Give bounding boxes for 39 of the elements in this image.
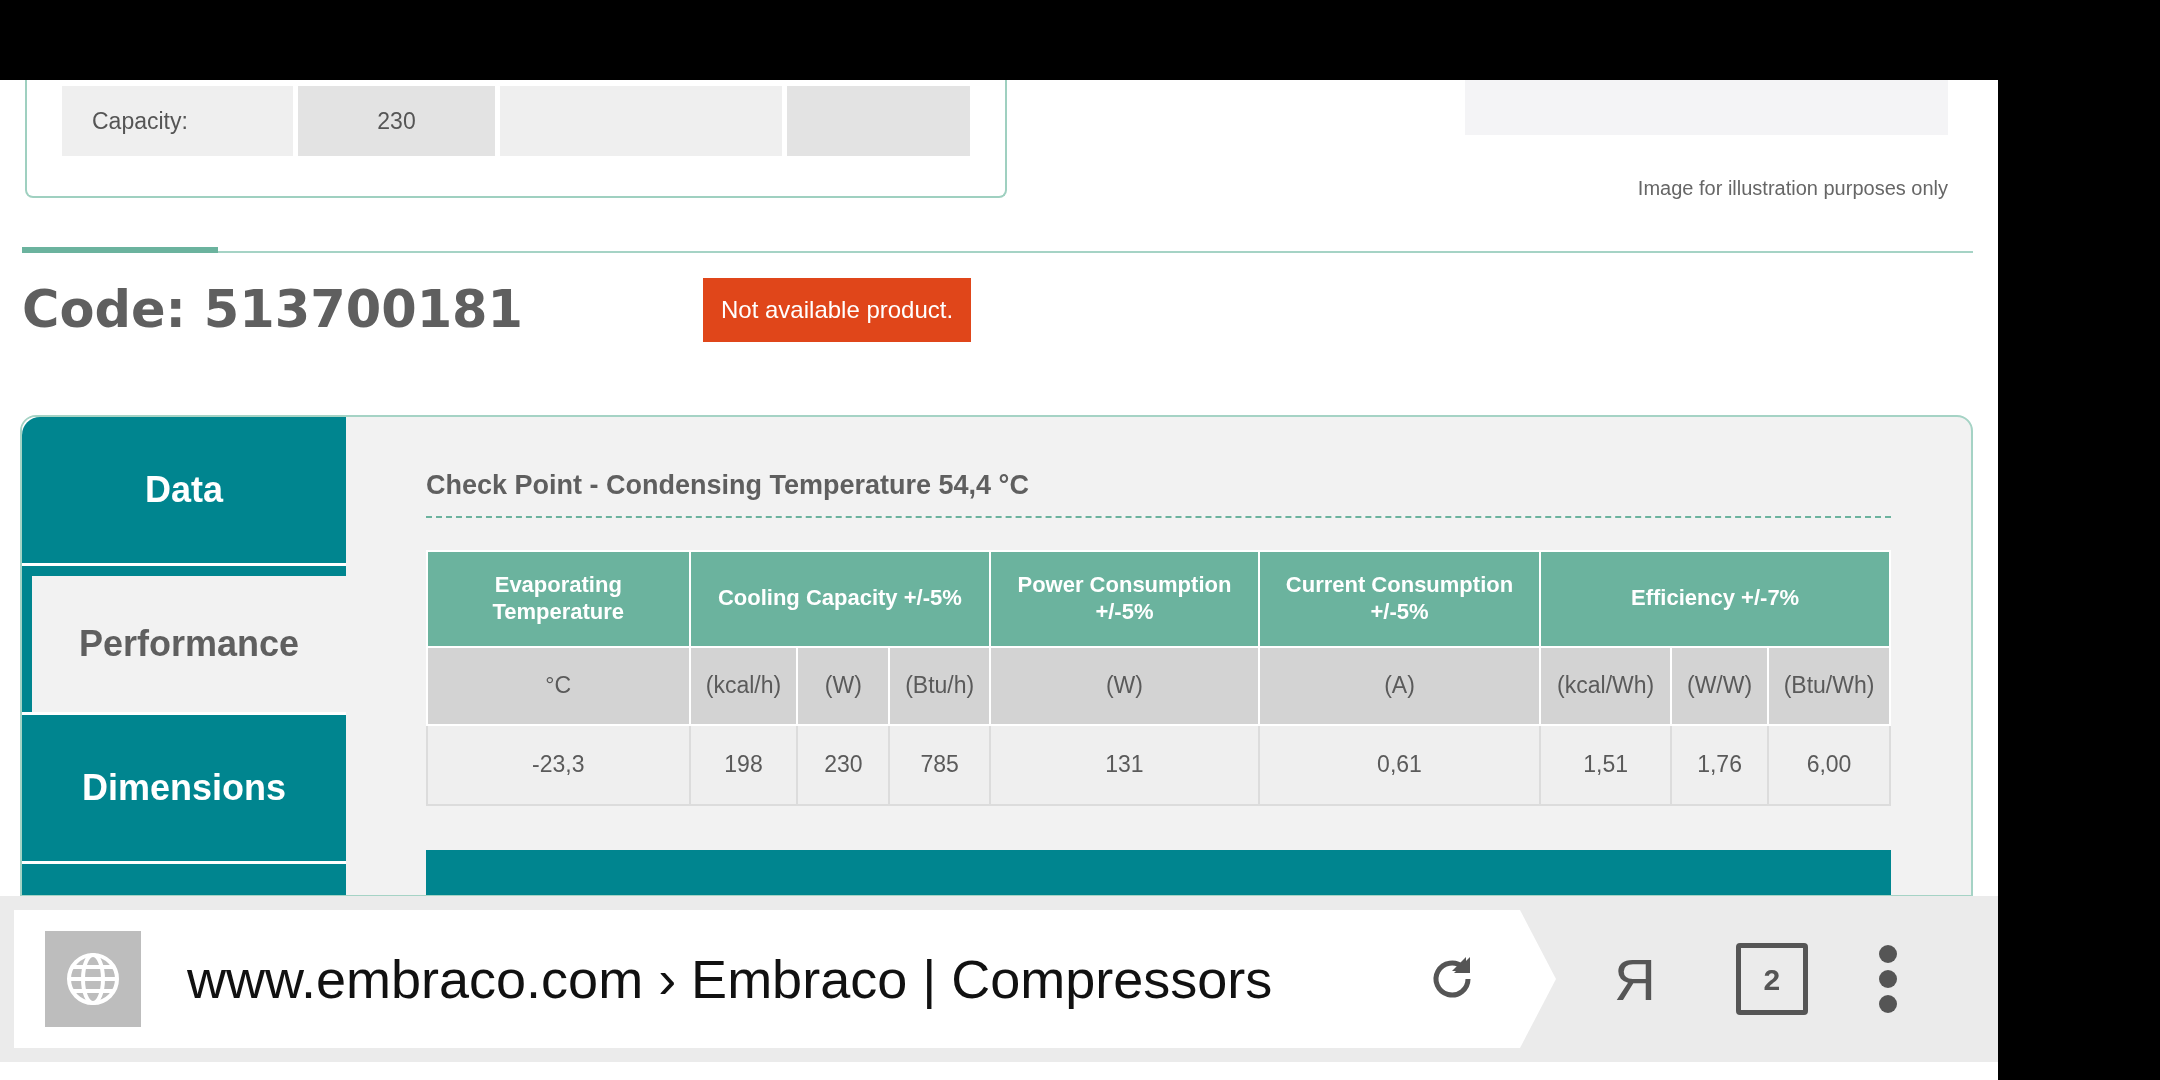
unit-cell: (W/W) bbox=[1671, 646, 1768, 725]
table-cell: 6,00 bbox=[1768, 724, 1890, 805]
url-text: www.embraco.com › Embraco | Compressors bbox=[187, 947, 1273, 1011]
availability-badge: Not available product. bbox=[703, 278, 972, 342]
table-cell: 198 bbox=[689, 724, 798, 805]
column-header: Current Consumption +/-5% bbox=[1258, 550, 1541, 647]
unit-cell: °C bbox=[427, 646, 690, 725]
tables-bar[interactable] bbox=[426, 849, 1891, 895]
column-header: Evaporating Temperature bbox=[427, 550, 690, 647]
tab-count-button[interactable]: 2 bbox=[1735, 943, 1808, 1015]
side-tab[interactable]: Performance bbox=[22, 566, 346, 712]
table-cell: 0,61 bbox=[1258, 724, 1541, 805]
unit-cell: (Btu/h) bbox=[889, 646, 991, 725]
unit-cell: (Btu/Wh) bbox=[1768, 646, 1890, 725]
table-cell: 785 bbox=[889, 724, 991, 805]
globe-icon bbox=[45, 931, 141, 1027]
table-cell: 1,51 bbox=[1540, 724, 1672, 805]
table-cell: -23,3 bbox=[427, 724, 690, 805]
section-title: Check Point - Condensing Temperature 54,4 °C bbox=[426, 465, 1891, 518]
more-menu-icon[interactable] bbox=[1877, 944, 1898, 1014]
side-tab[interactable]: Dimensions bbox=[22, 715, 346, 861]
column-header: Power Consumption +/-5% bbox=[990, 550, 1259, 647]
spec-label: Capacity: bbox=[62, 86, 293, 156]
table-cell: 230 bbox=[797, 724, 890, 805]
unit-cell: (kcal/Wh) bbox=[1540, 646, 1672, 725]
column-header: Cooling Capacity +/-5% bbox=[689, 550, 991, 647]
table-cell: 1,76 bbox=[1671, 724, 1768, 805]
unit-cell: (kcal/h) bbox=[689, 646, 798, 725]
product-code: Code: 513700181 bbox=[22, 278, 525, 341]
spec-value: 230 bbox=[298, 86, 495, 156]
column-header: Efficiency +/-7% bbox=[1540, 550, 1890, 647]
unit-cell: (W) bbox=[797, 646, 890, 725]
unit-cell: (A) bbox=[1258, 646, 1541, 725]
yandex-button[interactable]: Я bbox=[1614, 935, 1656, 1023]
table-cell: 131 bbox=[990, 724, 1259, 805]
unit-cell: (W) bbox=[990, 646, 1259, 725]
address-bar[interactable]: www.embraco.com › Embraco | Compressors bbox=[14, 910, 1556, 1048]
image-caption: Image for illustration purposes only bbox=[1637, 176, 1948, 201]
side-tab[interactable]: Data bbox=[22, 417, 346, 563]
